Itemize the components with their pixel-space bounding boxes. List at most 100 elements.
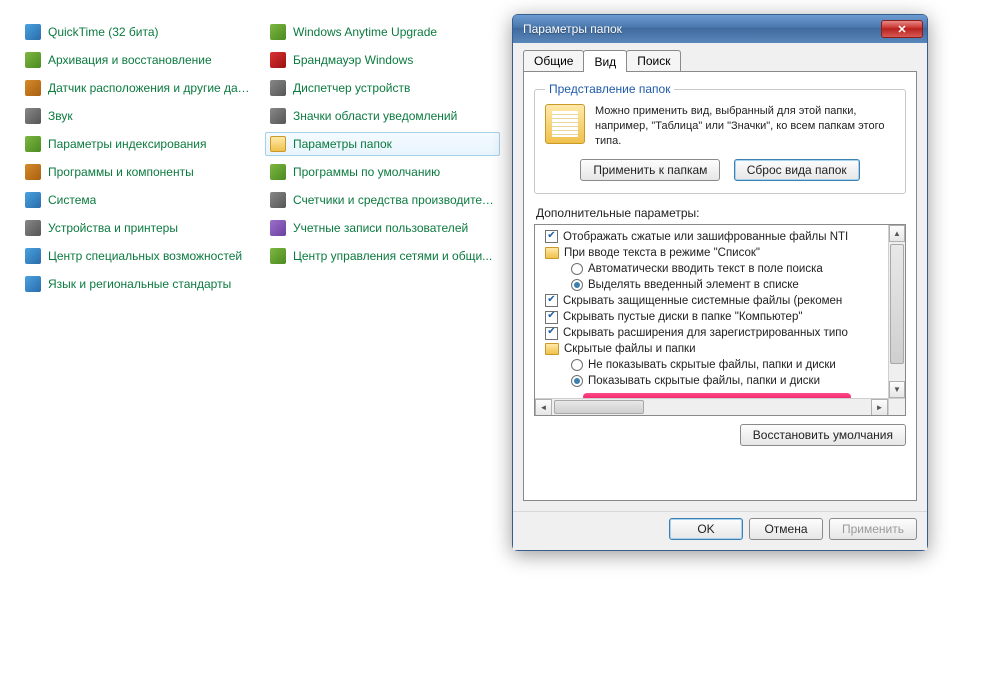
folder-views-text: Можно применить вид, выбранный для этой … xyxy=(595,104,895,149)
scroll-up-icon[interactable]: ▲ xyxy=(889,225,905,242)
tree-radio-item[interactable]: Не показывать скрытые файлы, папки и дис… xyxy=(541,357,901,373)
dialog-titlebar[interactable]: Параметры папок ✕ xyxy=(513,15,927,43)
tree-item-label: Выделять введенный элемент в списке xyxy=(588,277,799,293)
cp-item-label: Параметры индексирования xyxy=(48,137,206,151)
cp-item-icon xyxy=(25,80,41,96)
folder-icon xyxy=(545,247,559,259)
cp-item-icon xyxy=(25,276,41,292)
cp-item-icon xyxy=(270,80,286,96)
tab-search[interactable]: Поиск xyxy=(626,50,681,71)
horizontal-scrollbar[interactable]: ◄ ► xyxy=(535,398,888,415)
cancel-button[interactable]: Отмена xyxy=(749,518,823,540)
vertical-scrollbar[interactable]: ▲ ▼ xyxy=(888,225,905,398)
scroll-left-icon[interactable]: ◄ xyxy=(535,399,552,416)
close-icon: ✕ xyxy=(897,23,906,36)
cp-item-label: Брандмауэр Windows xyxy=(293,53,413,67)
tree-group-item: Скрытые файлы и папки xyxy=(541,341,901,357)
control-panel-item[interactable]: Параметры папок xyxy=(265,132,500,156)
tree-item-label: Скрытые файлы и папки xyxy=(564,341,696,357)
cp-item-label: Значки области уведомлений xyxy=(293,109,457,123)
tree-radio-item[interactable]: Выделять введенный элемент в списке xyxy=(541,277,901,293)
control-panel-item[interactable]: Брандмауэр Windows xyxy=(265,48,500,72)
control-panel-item[interactable]: Датчик расположения и другие дат... xyxy=(20,76,255,100)
tree-item-label: Скрывать защищенные системные файлы (рек… xyxy=(563,293,842,309)
control-panel-item[interactable]: Учетные записи пользователей xyxy=(265,216,500,240)
scroll-down-icon[interactable]: ▼ xyxy=(889,381,905,398)
radio-icon[interactable] xyxy=(571,359,583,371)
cp-item-icon xyxy=(270,164,286,180)
tree-check-item[interactable]: Отображать сжатые или зашифрованные файл… xyxy=(541,229,901,245)
scroll-right-icon[interactable]: ► xyxy=(871,399,888,416)
tree-item-label: Автоматически вводить текст в поле поиск… xyxy=(588,261,823,277)
folder-views-legend: Представление папок xyxy=(545,82,674,96)
dialog-footer: OK Отмена Применить xyxy=(513,511,927,550)
control-panel-item[interactable]: Программы по умолчанию xyxy=(265,160,500,184)
cp-item-icon xyxy=(270,108,286,124)
advanced-settings-label: Дополнительные параметры: xyxy=(536,206,906,220)
cp-item-icon xyxy=(270,52,286,68)
apply-button[interactable]: Применить xyxy=(829,518,917,540)
control-panel-item[interactable]: Центр управления сетями и общи... xyxy=(265,244,500,268)
control-panel-item[interactable]: Программы и компоненты xyxy=(20,160,255,184)
tree-item-label: Скрывать расширения для зарегистрированн… xyxy=(563,325,848,341)
cp-item-icon xyxy=(270,24,286,40)
cp-item-icon xyxy=(270,192,286,208)
cp-item-icon xyxy=(270,136,286,152)
radio-icon[interactable] xyxy=(571,263,583,275)
checkbox-icon[interactable] xyxy=(545,327,558,340)
control-panel-item[interactable]: Центр специальных возможностей xyxy=(20,244,255,268)
folder-views-group: Представление папок Можно применить вид,… xyxy=(534,82,906,194)
cp-item-label: Язык и региональные стандарты xyxy=(48,277,231,291)
cp-item-label: QuickTime (32 бита) xyxy=(48,25,159,39)
cp-item-icon xyxy=(25,24,41,40)
restore-defaults-button[interactable]: Восстановить умолчания xyxy=(740,424,906,446)
control-panel-item[interactable]: Язык и региональные стандарты xyxy=(20,272,255,296)
tab-bar: Общие Вид Поиск xyxy=(523,49,917,71)
tree-check-item[interactable]: Скрывать пустые диски в папке "Компьютер… xyxy=(541,309,901,325)
control-panel-item[interactable]: Архивация и восстановление xyxy=(20,48,255,72)
reset-folders-button[interactable]: Сброс вида папок xyxy=(734,159,860,181)
cp-item-label: Параметры папок xyxy=(293,137,392,151)
advanced-settings-tree[interactable]: Отображать сжатые или зашифрованные файл… xyxy=(534,224,906,416)
folder-options-dialog: Параметры папок ✕ Общие Вид Поиск Предст… xyxy=(512,14,928,551)
close-button[interactable]: ✕ xyxy=(881,20,923,38)
control-panel-item[interactable]: Значки области уведомлений xyxy=(265,104,500,128)
radio-icon[interactable] xyxy=(571,375,583,387)
cp-item-label: Звук xyxy=(48,109,73,123)
v-scrollbar-thumb[interactable] xyxy=(890,244,904,364)
control-panel-item[interactable]: Система xyxy=(20,188,255,212)
tree-radio-item[interactable]: Показывать скрытые файлы, папки и диски xyxy=(541,373,901,389)
control-panel-item[interactable]: Звук xyxy=(20,104,255,128)
cp-item-icon xyxy=(25,248,41,264)
tree-item-label: Скрывать пустые диски в папке "Компьютер… xyxy=(563,309,802,325)
cp-item-icon xyxy=(25,164,41,180)
tree-check-item[interactable]: Скрывать защищенные системные файлы (рек… xyxy=(541,293,901,309)
checkbox-icon[interactable] xyxy=(545,311,558,324)
control-panel-item[interactable]: Диспетчер устройств xyxy=(265,76,500,100)
cp-item-label: Датчик расположения и другие дат... xyxy=(48,81,250,95)
cp-item-label: Windows Anytime Upgrade xyxy=(293,25,437,39)
tab-view[interactable]: Вид xyxy=(583,50,627,72)
control-panel-item[interactable]: Параметры индексирования xyxy=(20,132,255,156)
cp-item-label: Программы и компоненты xyxy=(48,165,194,179)
control-panel-item[interactable]: Счетчики и средства производител... xyxy=(265,188,500,212)
cp-item-icon xyxy=(270,220,286,236)
cp-item-label: Центр специальных возможностей xyxy=(48,249,242,263)
h-scrollbar-thumb[interactable] xyxy=(554,400,644,414)
control-panel-item[interactable]: Windows Anytime Upgrade xyxy=(265,20,500,44)
tree-item-label: Не показывать скрытые файлы, папки и дис… xyxy=(588,357,836,373)
cp-item-icon xyxy=(25,192,41,208)
tab-general[interactable]: Общие xyxy=(523,50,584,71)
dialog-title: Параметры папок xyxy=(523,22,881,36)
checkbox-icon[interactable] xyxy=(545,294,558,307)
cp-item-icon xyxy=(25,136,41,152)
tree-radio-item[interactable]: Автоматически вводить текст в поле поиск… xyxy=(541,261,901,277)
radio-icon[interactable] xyxy=(571,279,583,291)
tree-check-item[interactable]: Скрывать расширения для зарегистрированн… xyxy=(541,325,901,341)
cp-item-icon xyxy=(25,108,41,124)
apply-to-folders-button[interactable]: Применить к папкам xyxy=(580,159,720,181)
control-panel-item[interactable]: QuickTime (32 бита) xyxy=(20,20,255,44)
ok-button[interactable]: OK xyxy=(669,518,743,540)
control-panel-item[interactable]: Устройства и принтеры xyxy=(20,216,255,240)
checkbox-icon[interactable] xyxy=(545,230,558,243)
